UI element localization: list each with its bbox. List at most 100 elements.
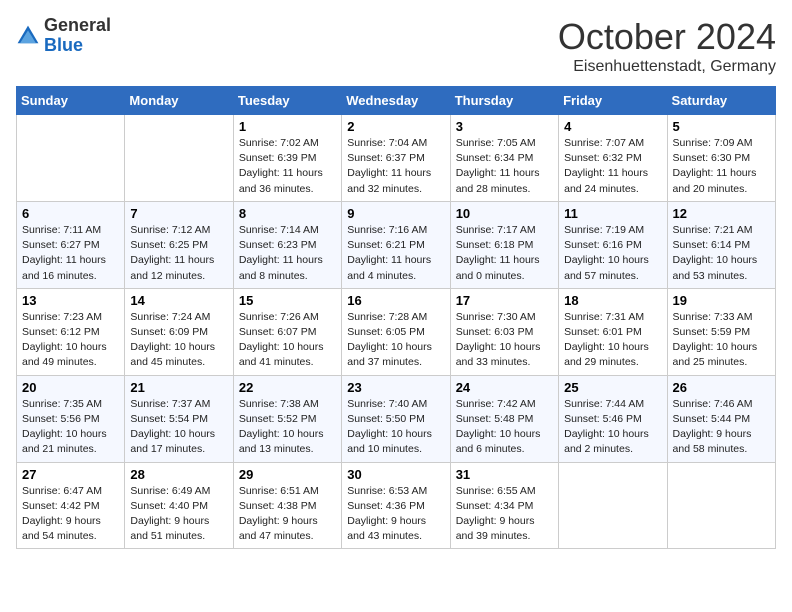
calendar-day-cell: 12 Sunrise: 7:21 AM Sunset: 6:14 PM Dayli…: [667, 201, 775, 288]
calendar-day-cell: 5 Sunrise: 7:09 AM Sunset: 6:30 PM Daylig…: [667, 115, 775, 202]
day-number: 16: [347, 293, 444, 308]
day-detail: Sunrise: 6:55 AM Sunset: 4:34 PM Dayligh…: [456, 484, 553, 545]
calendar-day-header: Thursday: [450, 87, 558, 115]
calendar-day-cell: 22 Sunrise: 7:38 AM Sunset: 5:52 PM Dayli…: [233, 375, 341, 462]
day-detail: Sunrise: 7:09 AM Sunset: 6:30 PM Dayligh…: [673, 136, 770, 197]
calendar-day-cell: 30 Sunrise: 6:53 AM Sunset: 4:36 PM Dayli…: [342, 462, 450, 549]
calendar-day-cell: 3Sunrise: 7:05 AM Sunset: 6:34 PM Daylig…: [450, 115, 558, 202]
calendar-week-row: 6 Sunrise: 7:11 AM Sunset: 6:27 PM Daylig…: [17, 201, 776, 288]
logo-general-text: General: [44, 16, 111, 36]
day-detail: Sunrise: 6:49 AM Sunset: 4:40 PM Dayligh…: [130, 484, 227, 545]
calendar-table: SundayMondayTuesdayWednesdayThursdayFrid…: [16, 86, 776, 549]
day-number: 27: [22, 467, 119, 482]
day-number: 25: [564, 380, 661, 395]
day-number: 31: [456, 467, 553, 482]
calendar-day-header: Saturday: [667, 87, 775, 115]
day-detail: Sunrise: 7:40 AM Sunset: 5:50 PM Dayligh…: [347, 397, 444, 458]
calendar-body: 1Sunrise: 7:02 AM Sunset: 6:39 PM Daylig…: [17, 115, 776, 549]
day-detail: Sunrise: 7:30 AM Sunset: 6:03 PM Dayligh…: [456, 310, 553, 371]
calendar-day-cell: 28Sunrise: 6:49 AM Sunset: 4:40 PM Dayli…: [125, 462, 233, 549]
day-number: 9: [347, 206, 444, 221]
day-number: 15: [239, 293, 336, 308]
day-number: 30: [347, 467, 444, 482]
day-number: 12: [673, 206, 770, 221]
logo-icon: [16, 24, 40, 48]
calendar-day-cell: 2 Sunrise: 7:04 AM Sunset: 6:37 PM Daylig…: [342, 115, 450, 202]
day-detail: Sunrise: 7:33 AM Sunset: 5:59 PM Dayligh…: [673, 310, 770, 371]
calendar-day-cell: 29 Sunrise: 6:51 AM Sunset: 4:38 PM Dayli…: [233, 462, 341, 549]
day-detail: Sunrise: 7:02 AM Sunset: 6:39 PM Dayligh…: [239, 136, 336, 197]
calendar-day-cell: 13 Sunrise: 7:23 AM Sunset: 6:12 PM Dayli…: [17, 288, 125, 375]
day-detail: Sunrise: 6:51 AM Sunset: 4:38 PM Dayligh…: [239, 484, 336, 545]
calendar-day-cell: 14 Sunrise: 7:24 AM Sunset: 6:09 PM Dayli…: [125, 288, 233, 375]
day-number: 26: [673, 380, 770, 395]
day-detail: Sunrise: 7:23 AM Sunset: 6:12 PM Dayligh…: [22, 310, 119, 371]
calendar-day-cell: 10 Sunrise: 7:17 AM Sunset: 6:18 PM Dayli…: [450, 201, 558, 288]
day-detail: Sunrise: 7:17 AM Sunset: 6:18 PM Dayligh…: [456, 223, 553, 284]
day-number: 4: [564, 119, 661, 134]
day-number: 22: [239, 380, 336, 395]
calendar-day-cell: 21Sunrise: 7:37 AM Sunset: 5:54 PM Dayli…: [125, 375, 233, 462]
day-detail: Sunrise: 7:24 AM Sunset: 6:09 PM Dayligh…: [130, 310, 227, 371]
calendar-day-cell: 25 Sunrise: 7:44 AM Sunset: 5:46 PM Dayli…: [559, 375, 667, 462]
calendar-day-cell: 9 Sunrise: 7:16 AM Sunset: 6:21 PM Daylig…: [342, 201, 450, 288]
calendar-day-cell: 18 Sunrise: 7:31 AM Sunset: 6:01 PM Dayli…: [559, 288, 667, 375]
calendar-day-cell: 17 Sunrise: 7:30 AM Sunset: 6:03 PM Dayli…: [450, 288, 558, 375]
day-detail: Sunrise: 6:53 AM Sunset: 4:36 PM Dayligh…: [347, 484, 444, 545]
day-number: 14: [130, 293, 227, 308]
day-number: 23: [347, 380, 444, 395]
calendar-day-cell: [559, 462, 667, 549]
location-title: Eisenhuettenstadt, Germany: [558, 58, 776, 76]
calendar-day-cell: [667, 462, 775, 549]
day-detail: Sunrise: 7:44 AM Sunset: 5:46 PM Dayligh…: [564, 397, 661, 458]
day-number: 11: [564, 206, 661, 221]
calendar-week-row: 20Sunrise: 7:35 AM Sunset: 5:56 PM Dayli…: [17, 375, 776, 462]
calendar-day-cell: 4 Sunrise: 7:07 AM Sunset: 6:32 PM Daylig…: [559, 115, 667, 202]
day-detail: Sunrise: 7:04 AM Sunset: 6:37 PM Dayligh…: [347, 136, 444, 197]
day-number: 13: [22, 293, 119, 308]
day-number: 17: [456, 293, 553, 308]
calendar-day-cell: 23 Sunrise: 7:40 AM Sunset: 5:50 PM Dayli…: [342, 375, 450, 462]
day-number: 2: [347, 119, 444, 134]
calendar-header-row: SundayMondayTuesdayWednesdayThursdayFrid…: [17, 87, 776, 115]
calendar-day-cell: 19 Sunrise: 7:33 AM Sunset: 5:59 PM Dayli…: [667, 288, 775, 375]
day-detail: Sunrise: 7:14 AM Sunset: 6:23 PM Dayligh…: [239, 223, 336, 284]
day-detail: Sunrise: 7:46 AM Sunset: 5:44 PM Dayligh…: [673, 397, 770, 458]
day-number: 24: [456, 380, 553, 395]
day-detail: Sunrise: 7:12 AM Sunset: 6:25 PM Dayligh…: [130, 223, 227, 284]
calendar-day-cell: 27 Sunrise: 6:47 AM Sunset: 4:42 PM Dayli…: [17, 462, 125, 549]
day-number: 6: [22, 206, 119, 221]
day-number: 29: [239, 467, 336, 482]
calendar-day-header: Wednesday: [342, 87, 450, 115]
day-number: 5: [673, 119, 770, 134]
calendar-week-row: 13 Sunrise: 7:23 AM Sunset: 6:12 PM Dayli…: [17, 288, 776, 375]
calendar-day-cell: 31 Sunrise: 6:55 AM Sunset: 4:34 PM Dayli…: [450, 462, 558, 549]
day-detail: Sunrise: 7:07 AM Sunset: 6:32 PM Dayligh…: [564, 136, 661, 197]
calendar-day-header: Monday: [125, 87, 233, 115]
title-area: October 2024 Eisenhuettenstadt, Germany: [558, 16, 776, 76]
day-number: 19: [673, 293, 770, 308]
day-number: 18: [564, 293, 661, 308]
calendar-day-header: Sunday: [17, 87, 125, 115]
day-detail: Sunrise: 7:05 AM Sunset: 6:34 PM Dayligh…: [456, 136, 553, 197]
day-detail: Sunrise: 7:28 AM Sunset: 6:05 PM Dayligh…: [347, 310, 444, 371]
day-number: 10: [456, 206, 553, 221]
day-number: 21: [130, 380, 227, 395]
calendar-day-cell: 1Sunrise: 7:02 AM Sunset: 6:39 PM Daylig…: [233, 115, 341, 202]
day-detail: Sunrise: 7:26 AM Sunset: 6:07 PM Dayligh…: [239, 310, 336, 371]
day-detail: Sunrise: 6:47 AM Sunset: 4:42 PM Dayligh…: [22, 484, 119, 545]
month-title: October 2024: [558, 16, 776, 58]
calendar-day-cell: 7Sunrise: 7:12 AM Sunset: 6:25 PM Daylig…: [125, 201, 233, 288]
day-detail: Sunrise: 7:31 AM Sunset: 6:01 PM Dayligh…: [564, 310, 661, 371]
calendar-day-cell: 26 Sunrise: 7:46 AM Sunset: 5:44 PM Dayli…: [667, 375, 775, 462]
calendar-day-cell: 16 Sunrise: 7:28 AM Sunset: 6:05 PM Dayli…: [342, 288, 450, 375]
day-detail: Sunrise: 7:16 AM Sunset: 6:21 PM Dayligh…: [347, 223, 444, 284]
day-detail: Sunrise: 7:38 AM Sunset: 5:52 PM Dayligh…: [239, 397, 336, 458]
calendar-day-cell: 6 Sunrise: 7:11 AM Sunset: 6:27 PM Daylig…: [17, 201, 125, 288]
day-detail: Sunrise: 7:21 AM Sunset: 6:14 PM Dayligh…: [673, 223, 770, 284]
logo: General Blue: [16, 16, 111, 56]
day-detail: Sunrise: 7:11 AM Sunset: 6:27 PM Dayligh…: [22, 223, 119, 284]
calendar-day-cell: 11Sunrise: 7:19 AM Sunset: 6:16 PM Dayli…: [559, 201, 667, 288]
calendar-week-row: 27 Sunrise: 6:47 AM Sunset: 4:42 PM Dayli…: [17, 462, 776, 549]
day-detail: Sunrise: 7:35 AM Sunset: 5:56 PM Dayligh…: [22, 397, 119, 458]
